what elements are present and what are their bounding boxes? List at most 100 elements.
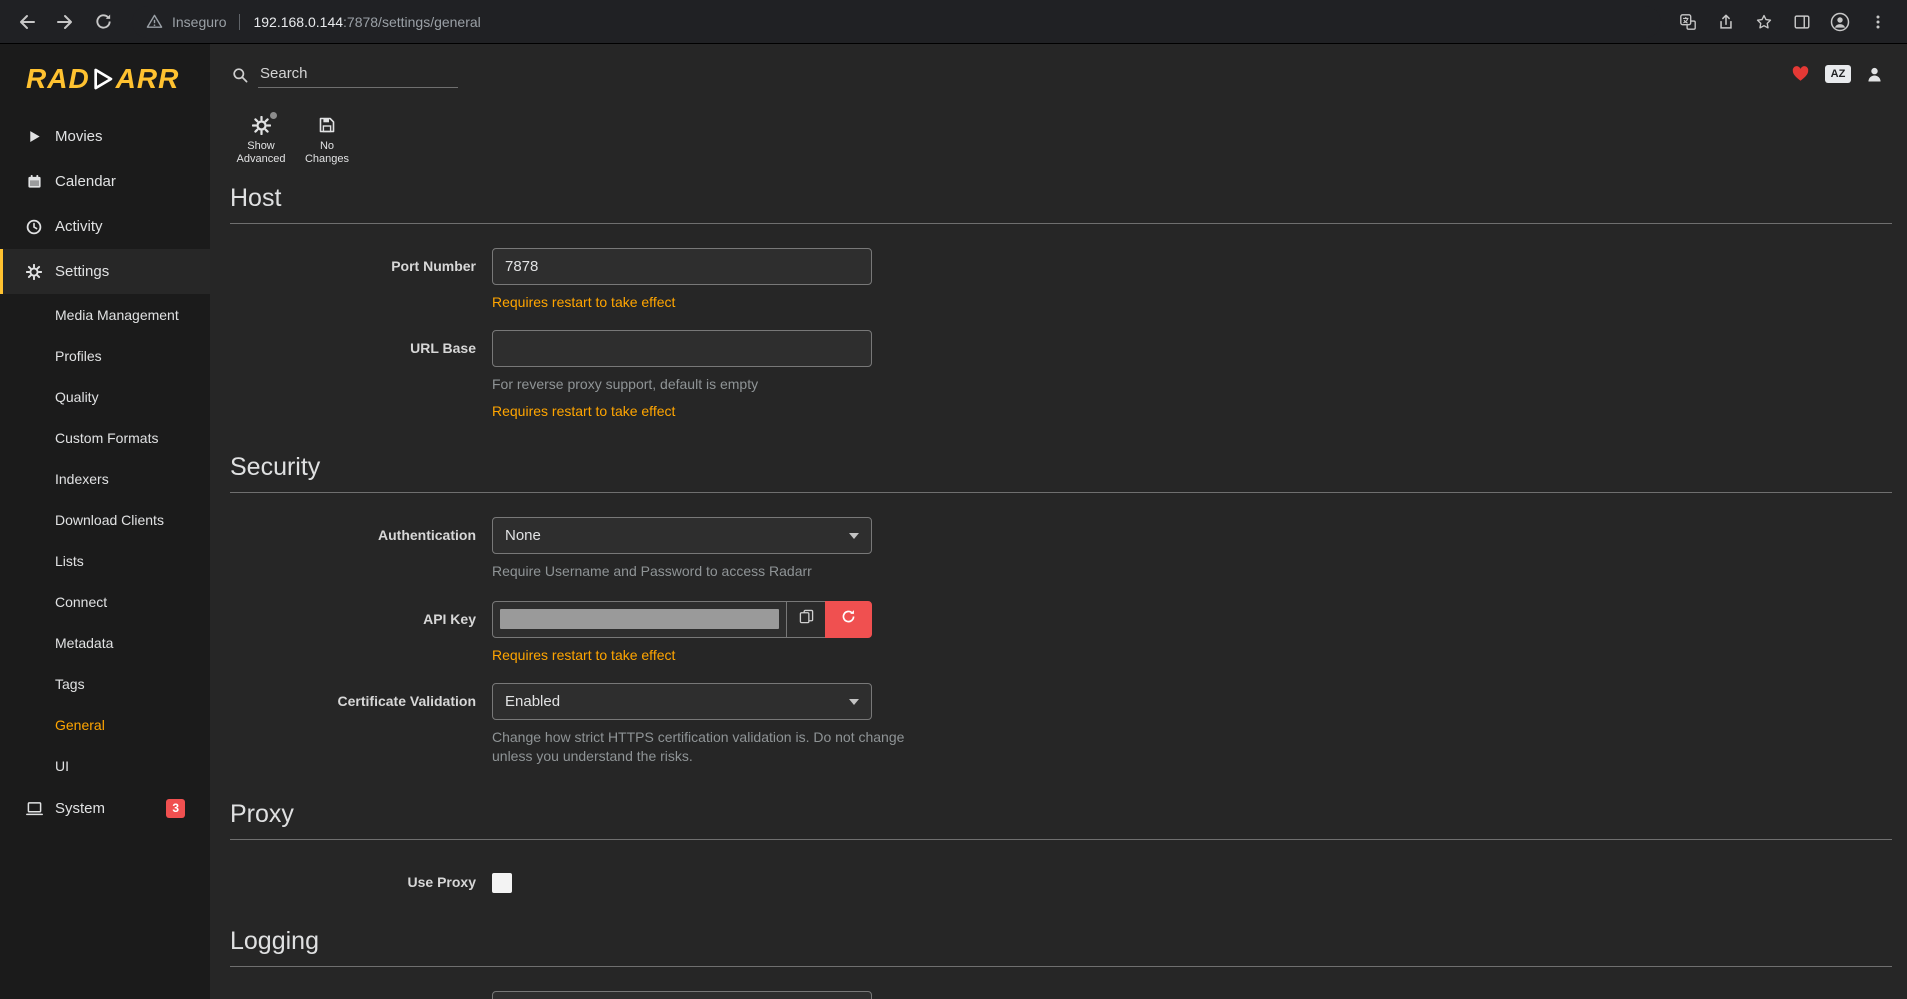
app-header: AZ <box>210 44 1907 104</box>
sidebar-item-metadata[interactable]: Metadata <box>0 622 210 663</box>
no-changes-label: No Changes <box>297 140 357 166</box>
main-panel: AZ Show Advanced No Changes <box>210 44 1907 999</box>
port-number-warning: Requires restart to take effect <box>492 294 872 310</box>
form-group-authentication: Authentication None Require Username and… <box>230 517 1892 581</box>
browser-refresh-button[interactable] <box>86 5 120 39</box>
api-key-label: API Key <box>230 601 492 663</box>
share-icon[interactable] <box>1711 7 1741 37</box>
sidebar-item-calendar[interactable]: Calendar <box>0 159 210 204</box>
sidebar-item-lists[interactable]: Lists <box>0 540 210 581</box>
sidebar-item-ui[interactable]: UI <box>0 745 210 786</box>
log-level-select[interactable]: Info <box>492 991 872 999</box>
sidebar-item-label: System <box>55 800 105 817</box>
system-health-badge: 3 <box>166 799 185 817</box>
translate-page-icon[interactable] <box>1673 7 1703 37</box>
header-actions: AZ <box>1791 65 1883 83</box>
api-key-warning: Requires restart to take effect <box>492 647 872 663</box>
sidebar-item-label: Activity <box>55 218 103 235</box>
side-panel-icon[interactable] <box>1787 7 1817 37</box>
omnibox-divider <box>239 14 240 30</box>
sidebar-child-label: Custom Formats <box>55 430 158 446</box>
form-group-certificate-validation: Certificate Validation Enabled Change ho… <box>230 683 1892 766</box>
url-base-warning: Requires restart to take effect <box>492 403 872 419</box>
clock-icon <box>25 219 43 235</box>
regenerate-api-key-button[interactable] <box>825 601 872 638</box>
sidebar-item-connect[interactable]: Connect <box>0 581 210 622</box>
url-host: 192.168.0.144 <box>253 14 343 30</box>
play-icon <box>25 129 43 144</box>
section-title-security: Security <box>230 453 1892 493</box>
api-key-input[interactable] <box>492 601 787 638</box>
sidebar-child-label: UI <box>55 758 69 774</box>
sidebar-item-movies[interactable]: Movies <box>0 114 210 159</box>
sidebar-item-label: Calendar <box>55 173 116 190</box>
section-title-host: Host <box>230 184 1892 224</box>
sidebar-item-label: Settings <box>55 263 109 280</box>
address-bar[interactable]: Inseguro 192.168.0.144:7878/settings/gen… <box>132 6 1661 38</box>
certificate-validation-select[interactable]: Enabled <box>492 683 872 720</box>
browser-back-button[interactable] <box>10 5 44 39</box>
sidebar: RAD ARR Movies Calendar Activity <box>0 44 210 999</box>
advanced-gear-icon <box>252 114 271 136</box>
authentication-label: Authentication <box>230 517 492 581</box>
form-group-use-proxy: Use Proxy <box>230 864 1892 893</box>
browser-profile-avatar[interactable] <box>1825 7 1855 37</box>
port-number-input[interactable] <box>492 248 872 285</box>
sidebar-item-system[interactable]: System 3 <box>0 786 210 831</box>
sidebar-item-download-clients[interactable]: Download Clients <box>0 499 210 540</box>
url-base-help: For reverse proxy support, default is em… <box>492 375 872 394</box>
section-title-logging: Logging <box>230 927 1892 967</box>
logo-play-icon <box>92 67 114 91</box>
donate-heart-icon[interactable] <box>1791 65 1810 83</box>
settings-general-content: Host Port Number Requires restart to tak… <box>210 166 1907 999</box>
sidebar-item-activity[interactable]: Activity <box>0 204 210 249</box>
browser-forward-button[interactable] <box>48 5 82 39</box>
sidebar-item-quality[interactable]: Quality <box>0 376 210 417</box>
copy-api-key-button[interactable] <box>786 601 826 638</box>
refresh-icon <box>841 609 856 629</box>
settings-toolbar: Show Advanced No Changes <box>210 104 1907 166</box>
sidebar-item-general[interactable]: General <box>0 704 210 745</box>
certificate-validation-label: Certificate Validation <box>230 683 492 766</box>
sidebar-child-label: Connect <box>55 594 107 610</box>
section-host: Host Port Number Requires restart to tak… <box>230 184 1892 419</box>
sidebar-child-label: Tags <box>55 676 85 692</box>
save-icon <box>318 114 336 136</box>
sidebar-item-custom-formats[interactable]: Custom Formats <box>0 417 210 458</box>
advanced-state-dot <box>270 112 277 119</box>
sidebar-child-label: Download Clients <box>55 512 164 528</box>
save-changes-button[interactable]: No Changes <box>296 110 358 166</box>
api-key-group <box>492 601 872 638</box>
radarr-logo[interactable]: RAD ARR <box>0 44 210 114</box>
sidebar-item-label: Movies <box>55 128 103 145</box>
security-status-label: Inseguro <box>172 14 226 30</box>
sidebar-item-indexers[interactable]: Indexers <box>0 458 210 499</box>
section-proxy: Proxy Use Proxy <box>230 800 1892 893</box>
radarr-app: RAD ARR Movies Calendar Activity <box>0 44 1907 999</box>
sidebar-child-label: Lists <box>55 553 84 569</box>
logo-text-right: ARR <box>116 63 180 95</box>
monitor-icon <box>25 801 43 816</box>
page-url: 192.168.0.144:7878/settings/general <box>253 14 480 30</box>
authentication-select[interactable]: None <box>492 517 872 554</box>
api-key-redacted-value <box>500 609 779 629</box>
bookmark-star-icon[interactable] <box>1749 7 1779 37</box>
url-base-input[interactable] <box>492 330 872 367</box>
search-input[interactable] <box>258 61 458 88</box>
user-icon[interactable] <box>1866 66 1883 83</box>
browser-actions <box>1673 7 1897 37</box>
form-group-api-key: API Key <box>230 601 1892 663</box>
show-advanced-button[interactable]: Show Advanced <box>230 110 292 166</box>
sidebar-item-settings[interactable]: Settings <box>0 249 210 294</box>
sidebar-item-profiles[interactable]: Profiles <box>0 335 210 376</box>
browser-menu-kebab-icon[interactable] <box>1863 7 1893 37</box>
sidebar-child-label: Profiles <box>55 348 102 364</box>
sidebar-child-label: General <box>55 717 105 733</box>
use-proxy-checkbox[interactable] <box>492 873 512 893</box>
sidebar-item-media-management[interactable]: Media Management <box>0 294 210 335</box>
sidebar-item-tags[interactable]: Tags <box>0 663 210 704</box>
certificate-validation-help: Change how strict HTTPS certification va… <box>492 728 922 766</box>
port-number-label: Port Number <box>230 248 492 310</box>
chevron-down-icon <box>849 533 859 539</box>
translate-icon[interactable]: AZ <box>1825 65 1851 83</box>
